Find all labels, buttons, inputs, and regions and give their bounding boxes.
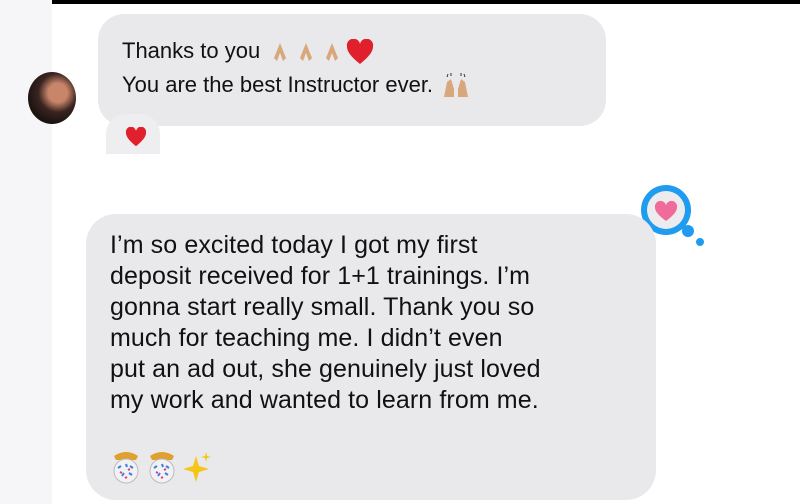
message-bubble-1[interactable]: Thanks to you You are the best Instructo… — [98, 14, 606, 126]
red-heart-icon — [347, 39, 374, 65]
sparkles-icon — [183, 452, 211, 482]
message-2-line-6: my work and wanted to learn from me. — [110, 386, 539, 414]
message-2-emoji-row — [108, 448, 212, 488]
folded-hands-icon — [274, 43, 287, 62]
message-1-line-1: Thanks to you — [122, 34, 606, 68]
red-heart-icon — [125, 127, 147, 147]
message-1-reaction[interactable] — [106, 114, 160, 154]
message-2-line-3: gonna start really small. Thank you so — [110, 293, 535, 321]
confetti-ball-icon — [113, 452, 139, 484]
message-1-line-2: You are the best Instructor ever. — [122, 68, 606, 102]
message-2-line-2: deposit received for 1+1 trainings. I’m — [110, 262, 531, 290]
folded-hands-icon — [326, 43, 339, 62]
sender-avatar[interactable] — [28, 72, 76, 124]
message-2-line-4: much for teaching me. I didn’t even — [110, 324, 503, 352]
confetti-ball-icon — [149, 452, 175, 484]
folded-hands-icon — [300, 43, 313, 62]
message-2-line-1: I’m so excited today I got my first — [110, 231, 478, 259]
raising-hands-icon — [444, 73, 469, 98]
message-2-line-5: put an ad out, she genuinely just loved — [110, 355, 541, 383]
